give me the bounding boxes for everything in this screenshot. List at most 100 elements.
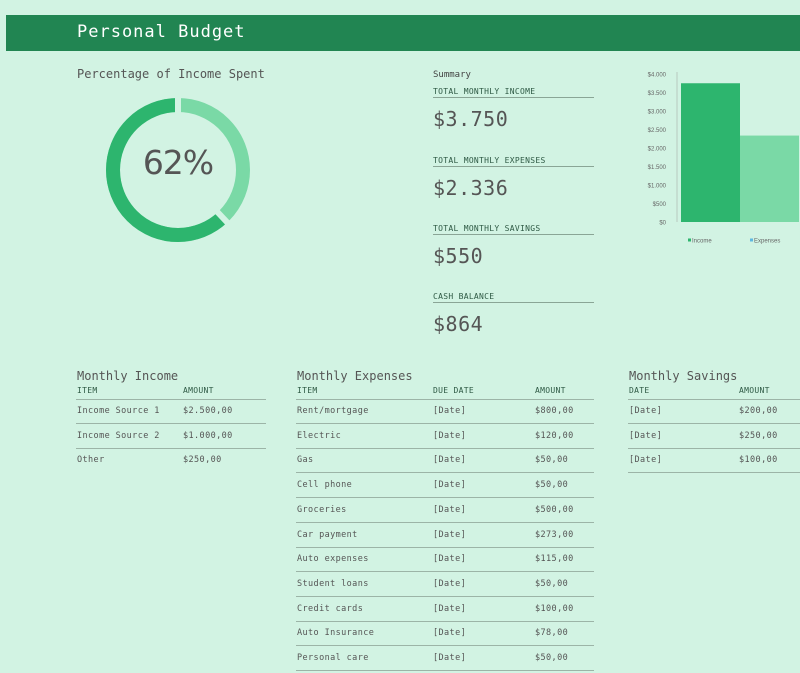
table-row-rule [296, 497, 594, 499]
income-cell: Income Source 1 [77, 406, 160, 416]
expenses-cell: Gas [297, 455, 314, 466]
savings-cell: $250,00 [739, 430, 778, 441]
expenses-cell: [Date] [433, 653, 467, 663]
summary-value: $2.336 [433, 176, 509, 200]
expenses-cell: $120,00 [535, 430, 574, 441]
legend-label: Expenses [754, 239, 780, 245]
table-row-rule [628, 423, 800, 424]
expenses-cell: [Date] [433, 554, 467, 565]
expenses-cell: Auto Insurance [297, 628, 375, 639]
table-row-rule [296, 571, 594, 573]
table-row-rule [296, 423, 594, 424]
expenses-cell: [Date] [433, 529, 467, 540]
expenses-cell: [Date] [433, 455, 467, 466]
summary-label: TOTAL MONTHLY INCOME [433, 87, 594, 98]
expenses-section-title: Monthly Expenses [297, 369, 413, 383]
expenses-cell: Cell phone [297, 480, 353, 491]
table-row-rule [296, 521, 594, 523]
income-cell: Income Source 2 [77, 430, 160, 441]
summary-label: CASH BALANCE [433, 292, 594, 303]
expenses-col-header: DUE DATE [433, 386, 474, 395]
savings-header-rule [628, 399, 800, 400]
summary-label: TOTAL MONTHLY EXPENSES [433, 156, 594, 167]
expenses-cell: $50,00 [535, 480, 569, 491]
summary-total-savings: TOTAL MONTHLY SAVINGS $550 [433, 224, 594, 268]
savings-col-header: AMOUNT [739, 386, 770, 395]
donut-percentage: 62% [142, 143, 214, 182]
bar-income [681, 83, 740, 222]
expenses-cell: Student loans [297, 578, 369, 589]
expenses-cell: $273,00 [535, 529, 574, 540]
income-cell: $2.500,00 [183, 406, 233, 416]
expenses-cell: $800,00 [535, 406, 574, 416]
expenses-cell: [Date] [433, 628, 467, 639]
savings-cell: $100,00 [739, 455, 778, 466]
expenses-col-header: AMOUNT [535, 386, 566, 395]
y-tick-label: $500 [653, 202, 667, 208]
legend-marker [688, 238, 691, 242]
expenses-cell: $78,00 [535, 628, 569, 639]
income-expenses-chart: $0 $500 $1.000 $1.500 $2.000 $2.500 $3.000 $3.5… [648, 72, 799, 245]
y-tick-label: $2.500 [648, 128, 667, 134]
y-tick-label: $3.500 [648, 91, 667, 97]
table-row-rule [296, 546, 594, 548]
expenses-cell: [Date] [433, 578, 467, 589]
savings-section-title: Monthly Savings [629, 369, 738, 383]
savings-cell: [Date] [629, 406, 663, 416]
income-section-title: Monthly Income [77, 369, 179, 383]
expenses-cell: Credit cards [297, 603, 364, 614]
percentage-label: Percentage of Income Spent [77, 67, 265, 81]
table-row-rule [76, 447, 266, 449]
expenses-cell: [Date] [433, 480, 467, 491]
savings-cell: [Date] [629, 455, 663, 466]
expenses-col-header: ITEM [297, 386, 318, 395]
legend-label: Income [692, 239, 712, 245]
summary-value: $3.750 [433, 107, 509, 131]
table-row-rule [296, 645, 594, 647]
expenses-cell: [Date] [433, 603, 467, 614]
income-col-header: AMOUNT [183, 386, 214, 395]
summary-value: $864 [433, 312, 484, 336]
page-title: Personal Budget [77, 22, 246, 42]
income-cell: Other [77, 455, 105, 466]
table-row-rule [628, 447, 800, 449]
income-cell: $1.000,00 [183, 430, 233, 441]
expenses-cell: $100,00 [535, 603, 574, 614]
expenses-cell: $500,00 [535, 504, 574, 515]
savings-cell: $200,00 [739, 406, 778, 416]
savings-cell: [Date] [629, 430, 663, 441]
expenses-cell: Auto expenses [297, 554, 369, 565]
y-tick-label: $4.000 [648, 73, 667, 79]
income-col-header: ITEM [77, 386, 98, 395]
summary-total-expenses: TOTAL MONTHLY EXPENSES $2.336 [433, 156, 594, 200]
table-row-rule [628, 472, 800, 474]
y-tick-label: $1.000 [648, 184, 667, 190]
income-header-rule [76, 399, 266, 400]
expenses-cell: Electric [297, 430, 342, 441]
expenses-cell: $115,00 [535, 554, 574, 565]
legend-marker [750, 238, 753, 242]
expenses-cell: [Date] [433, 504, 467, 515]
summary-heading: Summary [433, 70, 471, 80]
income-cell: $250,00 [183, 455, 222, 466]
table-row-rule [76, 423, 266, 424]
y-tick-label: $2.000 [648, 147, 667, 153]
header-bar: Personal Budget [6, 15, 800, 51]
y-tick-label: $0 [659, 221, 666, 227]
table-row-rule [296, 595, 594, 597]
table-row-rule [296, 447, 594, 449]
bar-expenses [740, 135, 799, 222]
table-row-rule [296, 670, 594, 671]
summary-cash-balance: CASH BALANCE $864 [433, 292, 594, 336]
expenses-cell: Rent/mortgage [297, 406, 369, 416]
expenses-cell: Personal care [297, 653, 369, 663]
expenses-cell: $50,00 [535, 653, 569, 663]
expenses-cell: Groceries [297, 504, 347, 515]
summary-value: $550 [433, 244, 484, 268]
summary-label: TOTAL MONTHLY SAVINGS [433, 224, 594, 235]
expenses-cell: [Date] [433, 430, 467, 441]
y-tick-label: $1.500 [648, 165, 667, 171]
table-row-rule [296, 620, 594, 622]
expenses-cell: $50,00 [535, 455, 569, 466]
summary-total-income: TOTAL MONTHLY INCOME $3.750 [433, 87, 594, 131]
